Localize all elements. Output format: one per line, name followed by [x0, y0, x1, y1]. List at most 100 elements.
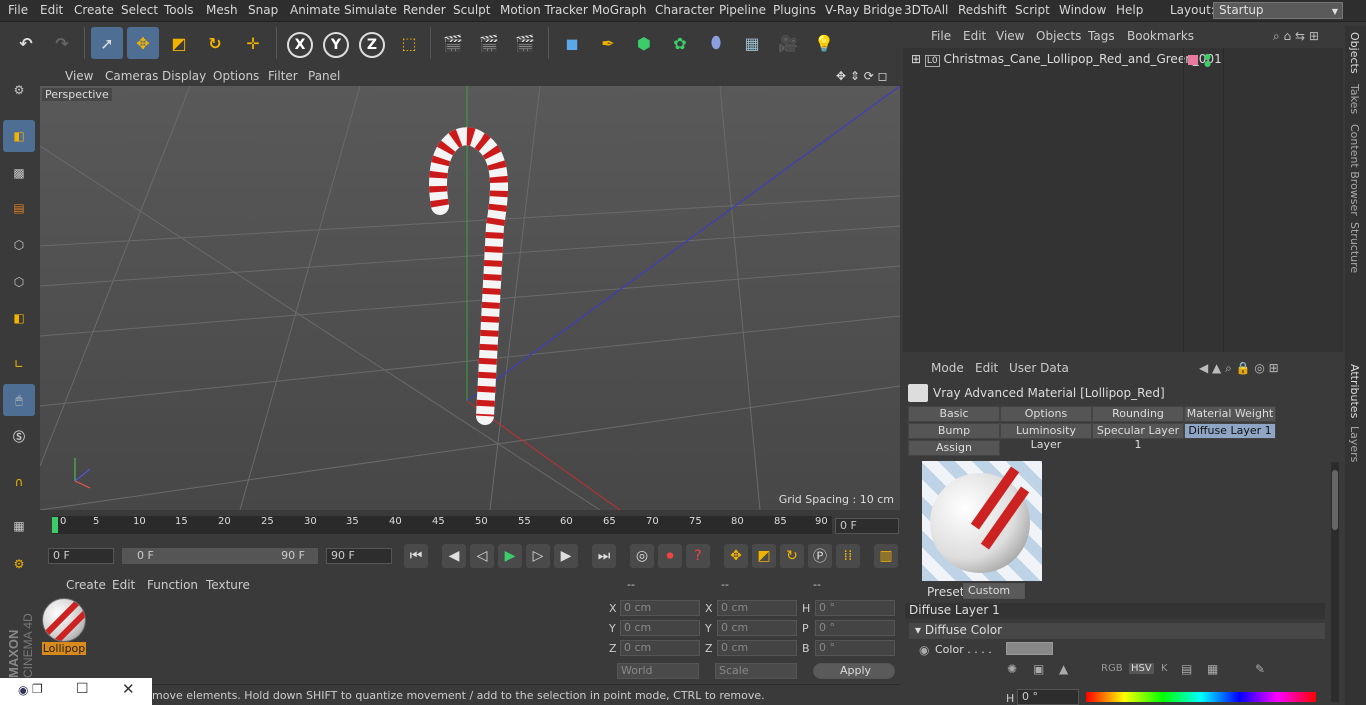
attr-scrollbar[interactable] [1331, 462, 1339, 702]
menu-help[interactable]: Help [1116, 3, 1143, 17]
viewport-menu-filter[interactable]: Filter [268, 69, 298, 83]
key-rotation-icon[interactable]: ↻ [780, 544, 804, 568]
menu-snap[interactable]: Snap [248, 3, 278, 17]
timeline-ruler[interactable]: 0 5 10 15 20 25 30 35 40 45 50 55 60 65 … [52, 516, 832, 534]
tab-attributes[interactable]: Attributes [1348, 364, 1361, 418]
key-scale-icon[interactable]: ◩ [752, 544, 776, 568]
rgb-mode-button[interactable]: RGB [1101, 663, 1123, 674]
menu-file[interactable]: File [8, 3, 28, 17]
attr-toolbar-icons[interactable]: ◀ ▲ ⌕ 🔒 ◎ ⊞ [1199, 361, 1279, 376]
kelvin-mode-button[interactable]: K [1161, 663, 1168, 674]
object-menu-objects[interactable]: Objects [1036, 29, 1081, 43]
play-icon[interactable]: ▶ [498, 544, 522, 568]
camera-icon[interactable]: 🎥 [772, 27, 804, 59]
material-thumbnail[interactable] [42, 598, 86, 642]
size-y-field[interactable]: 0 cm [717, 620, 797, 636]
attr-menu-mode[interactable]: Mode [931, 361, 964, 375]
menu-plugins[interactable]: Plugins [773, 3, 816, 17]
key-position-icon[interactable]: ✥ [724, 544, 748, 568]
texture-mode-icon[interactable]: ▩ [3, 157, 35, 189]
color-wheel-icon[interactable]: ✺ [1007, 662, 1017, 676]
object-menu-view[interactable]: View [996, 29, 1024, 43]
light-icon[interactable]: 💡 [808, 27, 840, 59]
object-menu-tags[interactable]: Tags [1088, 29, 1115, 43]
go-to-start-icon[interactable]: ⏮ [404, 544, 428, 568]
pen-icon[interactable]: ✒ [592, 27, 624, 59]
restore-icon[interactable]: ❐ [32, 682, 43, 696]
3d-viewport[interactable]: Perspective Grid Spacing : 10 cm [40, 86, 900, 510]
y-axis-icon[interactable]: Y [320, 27, 352, 59]
frame-range-slider[interactable]: 0 F 90 F [122, 548, 318, 564]
scale-tool-icon[interactable]: ◩ [163, 27, 195, 59]
hsv-mode-button[interactable]: HSV [1129, 663, 1154, 674]
attr-scroll-thumb[interactable] [1332, 470, 1338, 530]
magnet-icon[interactable]: ∩ [3, 466, 35, 498]
autokey-icon[interactable]: ⏺ [658, 544, 682, 568]
material-name-label[interactable]: Lollipop [42, 642, 86, 655]
menu-pipeline[interactable]: Pipeline [719, 3, 766, 17]
menu-vray-bridge[interactable]: V-Ray Bridge [825, 3, 902, 17]
start-frame-field[interactable]: 0 F [48, 548, 114, 564]
cloner-icon[interactable]: ✿ [664, 27, 696, 59]
select-tool-icon[interactable]: ➚ [91, 27, 123, 59]
attr-menu-user-data[interactable]: User Data [1009, 361, 1069, 375]
menu-select[interactable]: Select [121, 3, 158, 17]
tab-options[interactable]: Options [1000, 406, 1092, 422]
deformer-icon[interactable]: ⬮ [700, 27, 732, 59]
mixer-icon[interactable]: ▤ [1181, 662, 1192, 676]
diffuse-color-group[interactable]: ▾ Diffuse Color [909, 623, 1325, 639]
model-mode-icon[interactable]: ⚙ [3, 74, 35, 106]
material-preview[interactable] [922, 461, 1042, 581]
menu-simulate[interactable]: Simulate [344, 3, 397, 17]
end-frame-field[interactable]: 90 F [326, 548, 392, 564]
timeline-window-icon[interactable]: ▥ [874, 544, 898, 568]
preset-select[interactable]: Custom [963, 583, 1025, 599]
object-menu-bookmarks[interactable]: Bookmarks [1127, 29, 1194, 43]
go-to-end-icon[interactable]: ⏭ [592, 544, 616, 568]
floor-icon[interactable]: ▦ [736, 27, 768, 59]
menu-mograph[interactable]: MoGraph [592, 3, 647, 17]
edges-mode-icon[interactable]: ⬡ [3, 266, 35, 298]
menu-window[interactable]: Window [1059, 3, 1106, 17]
tab-takes[interactable]: Takes [1348, 84, 1361, 114]
points-mode-icon[interactable]: ⬡ [3, 229, 35, 261]
object-menu-file[interactable]: File [931, 29, 951, 43]
tweak-mode-icon[interactable]: 🖱 [3, 384, 35, 416]
locked-workplane-icon[interactable]: ⚙ [3, 548, 35, 580]
candy-cane[interactable] [429, 127, 509, 425]
menu-sculpt[interactable]: Sculpt [453, 3, 490, 17]
x-axis-icon[interactable]: X [284, 27, 316, 59]
material-menu-texture[interactable]: Texture [206, 578, 250, 592]
polygons-mode-icon[interactable]: ◧ [3, 302, 35, 334]
radio-icon[interactable]: ◉ [919, 643, 929, 657]
maximize-icon[interactable]: ☐ [76, 681, 89, 697]
record-keys-icon[interactable]: ◎ [630, 544, 654, 568]
previous-key-icon[interactable]: ◀ [442, 544, 466, 568]
viewport-nav-icons[interactable]: ✥ ⇕ ⟳ ◻ [836, 69, 888, 83]
tab-layers[interactable]: Layers [1348, 426, 1361, 462]
visibility-dots[interactable]: ● ● [1204, 53, 1211, 68]
apply-button[interactable]: Apply [813, 663, 895, 679]
tab-bump[interactable]: Bump [908, 423, 1000, 439]
size-mode-select[interactable]: Scale [715, 663, 797, 679]
viewport-menu-cameras[interactable]: Cameras [105, 69, 158, 83]
menu-motion-tracker[interactable]: Motion Tracker [500, 3, 588, 17]
z-axis-icon[interactable]: Z [356, 27, 388, 59]
swatches-icon[interactable]: ▦ [1207, 662, 1218, 676]
subdivision-icon[interactable]: ⬢ [628, 27, 660, 59]
previous-frame-icon[interactable]: ◁ [470, 544, 494, 568]
pos-y-field[interactable]: 0 cm [620, 620, 700, 636]
close-icon[interactable]: ✕ [122, 680, 135, 698]
cube-icon[interactable]: ◼ [556, 27, 588, 59]
object-name[interactable]: Christmas_Cane_Lollipop_Red_and_Green_00… [943, 52, 1221, 66]
snap-icon[interactable]: Ⓢ [3, 420, 35, 452]
object-row[interactable]: ⊞ L0 Christmas_Cane_Lollipop_Red_and_Gre… [911, 52, 1222, 67]
workplane-snap-icon[interactable]: ▦ [3, 510, 35, 542]
color-swatch[interactable] [1006, 642, 1053, 655]
axis-mode-icon[interactable]: ∟ [3, 348, 35, 380]
size-z-field[interactable]: 0 cm [717, 640, 797, 656]
menu-animate[interactable]: Animate [290, 3, 340, 17]
menu-tools[interactable]: Tools [164, 3, 194, 17]
image-icon[interactable]: ▲ [1059, 662, 1068, 676]
menu-redshift[interactable]: Redshift [958, 3, 1007, 17]
